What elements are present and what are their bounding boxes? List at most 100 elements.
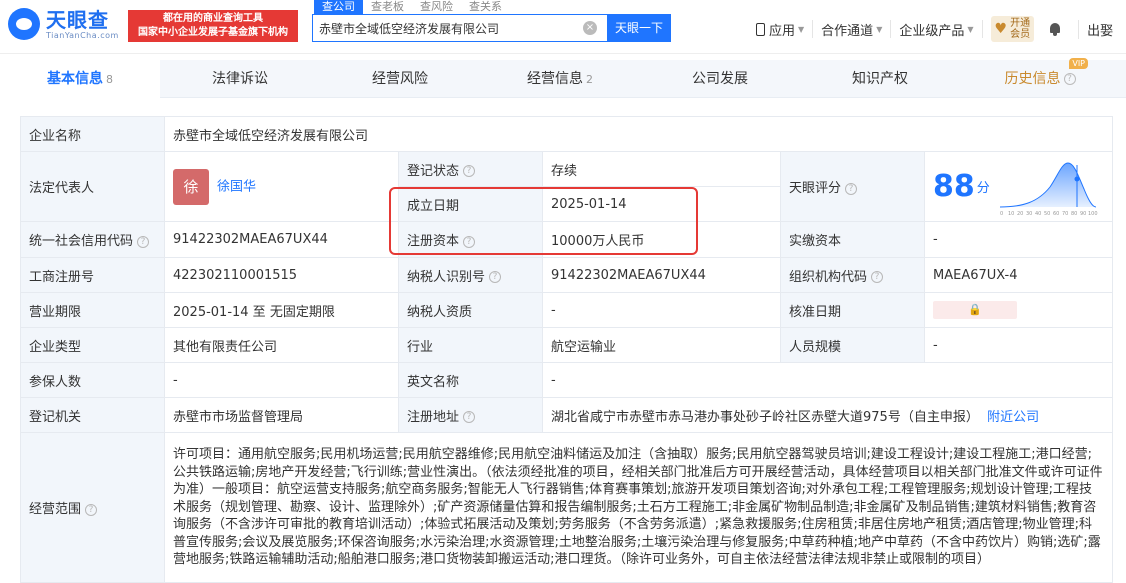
lock-icon[interactable]: 🔒: [933, 301, 1017, 319]
company-type-label: 企业类型: [20, 327, 165, 363]
paid-capital-label: 实缴资本: [780, 221, 925, 258]
table-row: 登记机关 赤壁市市场监督管理局 注册地址? 湖北省咸宁市赤壁市赤马港办事处砂子岭…: [20, 397, 1114, 433]
scope-label: 经营范围: [29, 502, 82, 517]
english-name: -: [541, 362, 1114, 398]
biz-reg-no: 422302110001515: [164, 257, 399, 293]
section-tabbar: 基本信息 8 法律诉讼 经营风险 经营信息 2 公司发展 知识产权 历史信息? VIP: [0, 58, 1126, 98]
vip-line-1: 开通: [1010, 18, 1031, 29]
clear-icon[interactable]: ×: [583, 21, 597, 35]
nav-cooperation[interactable]: 合作通道 ▼: [813, 20, 892, 39]
paid-capital: -: [923, 221, 1114, 258]
score-value: 88: [933, 169, 975, 204]
found-date-label: 成立日期: [398, 186, 543, 222]
bell-icon[interactable]: [1048, 22, 1062, 36]
score-distribution-chart: 0 10 20 30 40 50 60 70 80 90 100: [999, 161, 1098, 217]
table-row: 经营范围? 许可项目：通用航空服务;民用机场运营;民用航空器维修;民用航空油料储…: [20, 432, 1114, 583]
tick-label: 60: [1053, 211, 1059, 217]
chevron-down-icon: ▼: [798, 24, 805, 34]
tab-label: 知识产权: [852, 71, 908, 87]
insured: -: [164, 362, 399, 398]
score-unit: 分: [976, 181, 990, 196]
search-box: ×: [312, 14, 608, 42]
company-info-table: 企业名称 赤壁市全域低空经济发展有限公司 法定代表人 徐徐国华 登记状态? 存续…: [20, 116, 1114, 583]
search-button[interactable]: 天眼一下: [607, 14, 671, 42]
score-label: 天眼评分: [789, 181, 842, 196]
reg-authority: 赤壁市市场监督管理局: [164, 397, 399, 433]
credit-code: 91422302MAEA67UX44: [164, 221, 399, 258]
search-tab-relation[interactable]: 查关系: [461, 0, 510, 14]
help-icon[interactable]: ?: [845, 182, 858, 195]
approve-date-cell: 🔒: [923, 292, 1114, 328]
help-icon[interactable]: ?: [85, 503, 98, 516]
chevron-down-icon: ▼: [967, 24, 974, 34]
tab-risk[interactable]: 经营风险: [320, 60, 480, 98]
user-menu[interactable]: 出娶: [1078, 19, 1113, 39]
staff-size-label: 人员规模: [780, 327, 925, 363]
search-tab-company[interactable]: 查公司: [314, 0, 363, 14]
tick-label: 50: [1044, 211, 1050, 217]
tab-ip[interactable]: 知识产权: [800, 60, 960, 98]
tab-basic-info[interactable]: 基本信息 8: [0, 60, 160, 98]
term: 2025-01-14 至 无固定期限: [164, 292, 399, 328]
help-icon[interactable]: ?: [871, 271, 884, 283]
legal-rep-cell: 徐徐国华: [164, 151, 399, 222]
table-row: 企业名称 赤壁市全域低空经济发展有限公司: [20, 116, 1114, 152]
tab-legal[interactable]: 法律诉讼: [160, 60, 320, 98]
tab-count: 8: [106, 73, 113, 86]
tab-history[interactable]: 历史信息? VIP: [960, 58, 1120, 98]
search-type-tabs: 查公司 查老板 查风险 查关系: [314, 0, 510, 14]
taxpayer-id-label-cell: 纳税人识别号?: [398, 257, 543, 293]
legal-rep-link[interactable]: 徐国华: [217, 179, 256, 194]
tab-development[interactable]: 公司发展: [640, 60, 800, 98]
table-row: 工商注册号 422302110001515 纳税人识别号? 91422302MA…: [20, 257, 1114, 293]
tab-label: 经营风险: [372, 71, 428, 87]
nav-apps-label: 应用: [769, 23, 796, 39]
logo-title: 天眼查: [46, 7, 109, 32]
taxpayer-qual-label: 纳税人资质: [398, 292, 543, 328]
reg-address-label-cell: 注册地址?: [398, 397, 543, 433]
english-name-label: 英文名称: [398, 362, 543, 398]
distribution-area: [999, 162, 1096, 207]
score-marker-dot: [1074, 176, 1080, 181]
industry: 航空运输业: [542, 327, 781, 363]
search-input[interactable]: [313, 15, 573, 41]
reg-capital-label-cell: 注册资本?: [398, 221, 543, 258]
nav-enterprise[interactable]: 企业级产品 ▼: [891, 20, 983, 39]
nearby-companies-link[interactable]: 附近公司: [987, 410, 1039, 425]
vip-open-button[interactable]: ♥ 开通 会员: [990, 16, 1035, 42]
reg-address: 湖北省咸宁市赤壁市赤马港办事处砂子岭社区赤壁大道975号（自主申报）: [551, 409, 979, 425]
reg-status-label: 登记状态: [407, 163, 460, 179]
help-icon[interactable]: ?: [463, 411, 476, 423]
reg-capital: 10000万人民币: [542, 221, 781, 258]
insured-label: 参保人数: [20, 362, 165, 398]
org-code: MAEA67UX-4: [923, 257, 1114, 293]
taxpayer-id: 91422302MAEA67UX44: [542, 257, 781, 293]
help-icon[interactable]: ?: [137, 235, 150, 248]
tab-operation[interactable]: 经营信息 2: [480, 60, 640, 98]
nav-apps[interactable]: 应用 ▼: [748, 20, 814, 39]
logo[interactable]: 天眼查 TianYanCha.com: [8, 8, 119, 40]
tab-label: 历史信息: [1004, 71, 1061, 87]
help-icon[interactable]: ?: [463, 235, 476, 248]
nav-cooperation-label: 合作通道: [821, 23, 874, 39]
tab-label: 法律诉讼: [212, 71, 268, 87]
vip-line-2: 会员: [1010, 29, 1031, 40]
approve-date-label: 核准日期: [780, 292, 925, 328]
staff-size: -: [923, 327, 1114, 363]
tick-label: 100: [1088, 211, 1098, 217]
tick-label: 20: [1017, 211, 1023, 217]
search-tab-boss[interactable]: 查老板: [363, 0, 412, 14]
help-icon[interactable]: ?: [463, 165, 476, 177]
org-code-label: 组织机构代码: [789, 269, 868, 285]
phone-icon: [756, 22, 765, 36]
taxpayer-id-label: 纳税人识别号: [407, 269, 486, 285]
help-icon[interactable]: ?: [489, 271, 502, 283]
reg-address-label: 注册地址: [407, 409, 460, 425]
tick-label: 70: [1062, 211, 1068, 217]
company-name-label: 企业名称: [20, 116, 165, 152]
search-tab-risk[interactable]: 查风险: [412, 0, 461, 14]
company-type: 其他有限责任公司: [164, 327, 399, 363]
slogan-line-2: 国家中小企业发展子基金旗下机构: [138, 27, 288, 38]
tick-label: 40: [1035, 211, 1041, 217]
help-icon: ?: [1063, 73, 1076, 85]
